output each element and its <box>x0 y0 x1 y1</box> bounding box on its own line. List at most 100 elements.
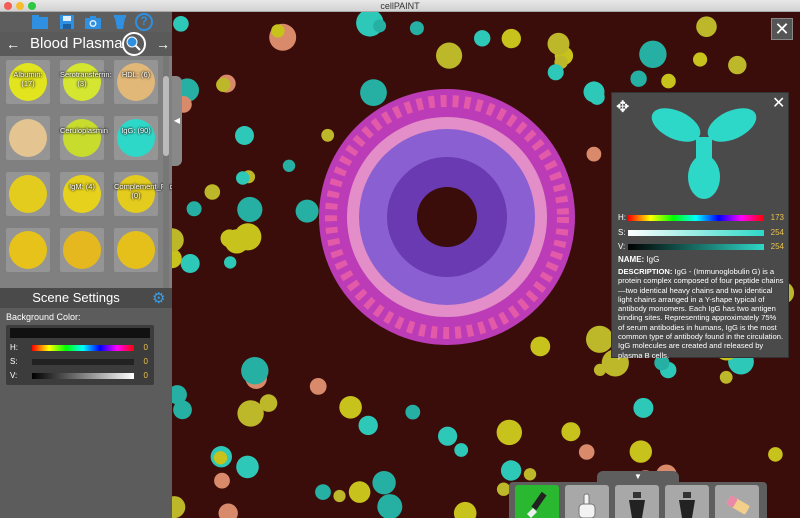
value-value[interactable]: 254 <box>771 242 784 252</box>
protein-blob <box>224 256 237 269</box>
molecule-tile[interactable]: Ceruloplasmin <box>60 116 108 160</box>
search-button[interactable] <box>122 32 146 56</box>
pointer-tool-button[interactable] <box>565 485 609 518</box>
next-category-button[interactable]: → <box>156 35 170 53</box>
protein-blob <box>696 16 717 37</box>
move-icon[interactable]: ✥ <box>616 97 629 117</box>
molecule-tile[interactable]: Albumin: (17) <box>6 60 50 104</box>
protein-blob <box>309 378 327 395</box>
saturation-slider[interactable] <box>628 230 764 236</box>
molecule-info-panel: ✥ ✕ H: 173 S: 254 V: 254 NAME: IgG DESCR… <box>611 92 789 360</box>
protein-blob <box>339 396 362 419</box>
bucket-icon[interactable] <box>111 14 129 30</box>
bg-saturation-row: S: 0 <box>10 357 150 367</box>
protein-blob <box>589 89 605 105</box>
protein-blob <box>373 19 387 33</box>
brush-tool-button[interactable] <box>515 485 559 518</box>
value-slider[interactable] <box>628 244 764 250</box>
protein-blob <box>633 397 654 418</box>
scene-settings-panel: Scene Settings ⚙ Background Color: H: 0 … <box>0 288 172 518</box>
protein-blob <box>213 451 228 465</box>
prev-category-button[interactable]: ← <box>6 35 20 53</box>
protein-blob <box>630 70 647 87</box>
fill-tool-button[interactable] <box>665 485 709 518</box>
hue-value[interactable]: 173 <box>771 213 784 223</box>
molecule-label: Ceruloplasmin <box>60 126 108 135</box>
protein-blob <box>271 24 285 38</box>
folder-icon[interactable] <box>31 14 49 30</box>
bg-hue-label: H: <box>10 343 18 352</box>
bg-saturation-slider[interactable] <box>32 359 134 365</box>
help-icon[interactable]: ? <box>135 13 153 31</box>
saturation-value[interactable]: 254 <box>771 228 784 238</box>
protein-blob <box>333 489 346 503</box>
protein-blob <box>719 370 733 384</box>
eraser-tool-button[interactable] <box>715 485 759 518</box>
protein-blob <box>768 447 783 462</box>
tool-tray <box>509 482 767 518</box>
protein-blob <box>172 496 186 518</box>
molecule-tile[interactable]: Serotransferrin: (3) <box>60 60 112 104</box>
molecule-label: IgM: (4) <box>69 182 95 191</box>
saturation-label: S: <box>618 228 626 237</box>
protein-blob <box>500 460 522 481</box>
protein-blob <box>216 77 231 93</box>
panel-collapse-tab[interactable]: ◀ <box>172 76 182 166</box>
molecule-tile[interactable]: HDL: (6) <box>114 60 158 104</box>
bg-value-value[interactable]: 0 <box>144 371 148 381</box>
close-info-button[interactable]: ✕ <box>772 93 785 113</box>
protein-blob <box>523 468 537 481</box>
protein-blob <box>204 184 221 200</box>
molecule-tile[interactable] <box>6 172 50 216</box>
bg-hue-value[interactable]: 0 <box>144 343 148 353</box>
bg-value-slider[interactable] <box>32 373 134 379</box>
close-canvas-button[interactable]: ✕ <box>771 18 793 40</box>
molecule-label: IgG: (90) <box>121 126 151 135</box>
molecule-scrollbar[interactable] <box>163 56 169 288</box>
gear-icon[interactable]: ⚙ <box>152 289 165 307</box>
protein-blob <box>172 248 182 269</box>
protein-blob <box>173 16 189 32</box>
name-key: NAME: <box>618 255 645 264</box>
protein-blob <box>728 55 747 75</box>
bg-hue-slider[interactable] <box>32 345 134 351</box>
search-icon <box>126 36 141 51</box>
protein-blob <box>530 336 551 357</box>
protein-blob <box>693 52 708 67</box>
molecule-tile[interactable]: Complement_Factor_C3: (0) <box>114 172 172 216</box>
category-bar: ← Blood Plasma → <box>0 32 172 56</box>
protein-blob <box>236 171 250 185</box>
hue-slider[interactable] <box>628 215 764 221</box>
camera-icon[interactable] <box>84 14 102 30</box>
protein-blob <box>218 503 238 518</box>
molecule-tile[interactable] <box>114 228 158 272</box>
protein-blob <box>282 159 296 172</box>
save-icon[interactable] <box>58 14 76 30</box>
molecule-grid: Albumin: (17) Serotransferrin: (3) HDL: (6… <box>0 56 172 288</box>
top-toolbar: ? <box>0 12 172 32</box>
protein-blob <box>639 40 667 68</box>
molecule-label: HDL: (6) <box>121 70 151 79</box>
protein-blob <box>220 229 239 248</box>
molecule-tile[interactable] <box>60 228 104 272</box>
molecule-tile[interactable]: IgG: (90) <box>114 116 158 160</box>
molecule-thumbnail <box>117 63 155 101</box>
bg-saturation-value[interactable]: 0 <box>144 357 148 367</box>
scene-settings-header[interactable]: Scene Settings ⚙ <box>0 288 172 308</box>
protein-blob <box>315 484 331 500</box>
molecule-description: DESCRIPTION: IgG - (Immunoglobulin G) is… <box>618 267 784 360</box>
hue-row: H: 173 <box>618 213 784 223</box>
description-key: DESCRIPTION: <box>618 267 673 276</box>
scrollbar-thumb[interactable] <box>163 76 169 156</box>
molecule-tile[interactable]: IgM: (4) <box>60 172 104 216</box>
protein-blob <box>237 400 264 427</box>
protein-blob <box>236 455 259 479</box>
background-color-swatch <box>10 328 150 338</box>
bucket-tool-button[interactable] <box>615 485 659 518</box>
protein-blob <box>474 30 491 47</box>
protein-blob <box>186 201 202 217</box>
molecule-tile[interactable] <box>6 116 50 160</box>
background-color-picker: H: 0 S: 0 V: 0 <box>6 325 154 385</box>
molecule-tile[interactable] <box>6 228 50 272</box>
protein-blob <box>453 501 477 518</box>
